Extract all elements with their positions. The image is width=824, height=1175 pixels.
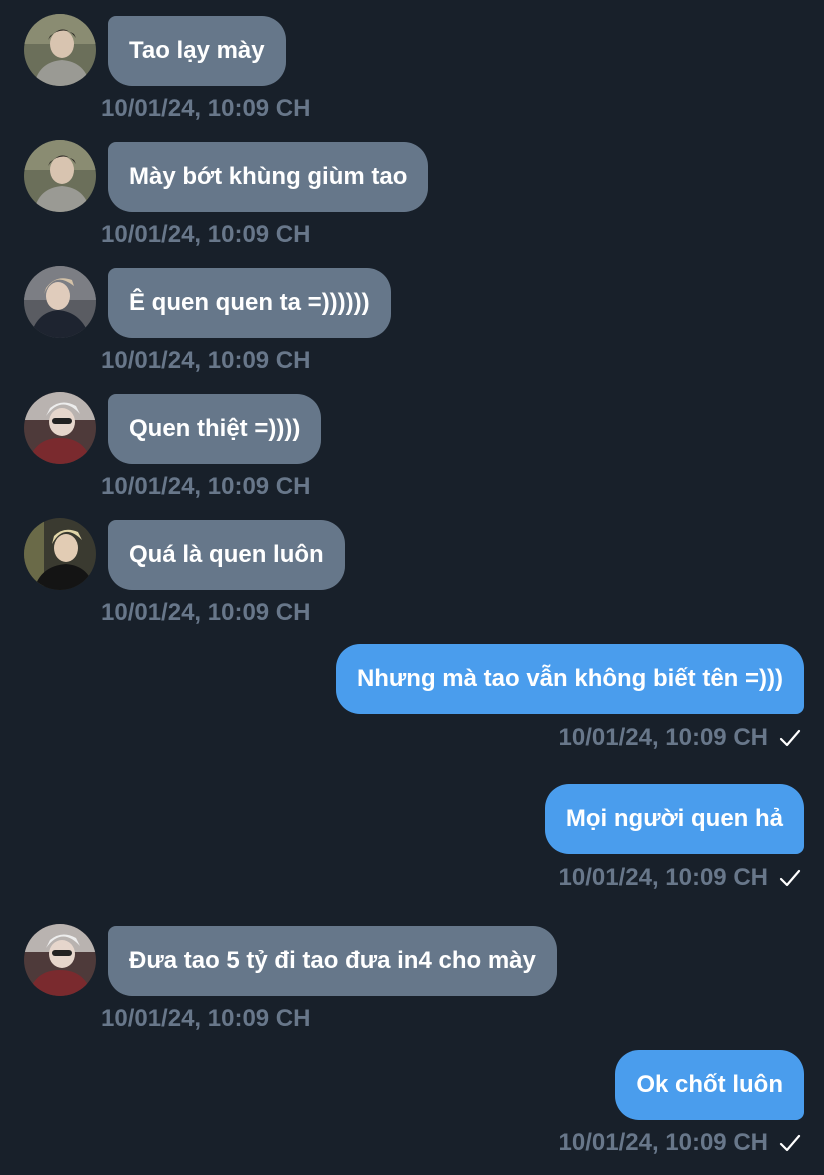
message-bubble[interactable]: Ok chốt luôn <box>615 1050 804 1120</box>
message-bubble[interactable]: Nhưng mà tao vẫn không biết tên =))) <box>335 644 804 714</box>
message-bubble[interactable]: Quen thiệt =)))) <box>108 394 322 464</box>
avatar-person-3-icon <box>24 924 96 996</box>
user-avatar[interactable] <box>24 392 96 464</box>
message-timestamp: 10/01/24, 10:09 CH <box>101 599 311 626</box>
message-timestamp: 10/01/24, 10:09 CH <box>101 95 311 122</box>
user-avatar[interactable] <box>24 518 96 590</box>
message-timestamp: 10/01/24, 10:09 CH <box>101 221 311 248</box>
message-bubble[interactable]: Ê quen quen ta =)))))) <box>108 268 391 338</box>
avatar-person-2-icon <box>24 266 96 338</box>
user-avatar[interactable] <box>24 14 96 86</box>
user-avatar[interactable] <box>24 140 96 212</box>
check-icon <box>779 869 801 887</box>
avatar-person-1-icon <box>24 14 96 86</box>
message-timestamp: 10/01/24, 10:09 CH <box>558 864 768 891</box>
message-timestamp: 10/01/24, 10:09 CH <box>101 473 311 500</box>
user-avatar[interactable] <box>24 924 96 996</box>
message-timestamp: 10/01/24, 10:09 CH <box>558 1129 768 1156</box>
message-bubble[interactable]: Quá là quen luôn <box>108 520 345 590</box>
message-bubble[interactable]: Mọi người quen hả <box>544 784 804 854</box>
message-bubble[interactable]: Đưa tao 5 tỷ đi tao đưa in4 cho mày <box>108 926 557 996</box>
message-bubble[interactable]: Tao lạy mày <box>108 16 286 86</box>
user-avatar[interactable] <box>24 266 96 338</box>
message-timestamp: 10/01/24, 10:09 CH <box>558 724 768 751</box>
avatar-person-1-icon <box>24 140 96 212</box>
avatar-person-4-icon <box>24 518 96 590</box>
message-timestamp: 10/01/24, 10:09 CH <box>101 1005 311 1032</box>
message-timestamp: 10/01/24, 10:09 CH <box>101 347 311 374</box>
message-bubble[interactable]: Mày bớt khùng giùm tao <box>108 142 429 212</box>
check-icon <box>779 729 801 747</box>
check-icon <box>779 1134 801 1152</box>
avatar-person-3-icon <box>24 392 96 464</box>
chat-thread: Tao lạy mày 10/01/24, 10:09 CH Mày bớt k… <box>0 0 824 1175</box>
